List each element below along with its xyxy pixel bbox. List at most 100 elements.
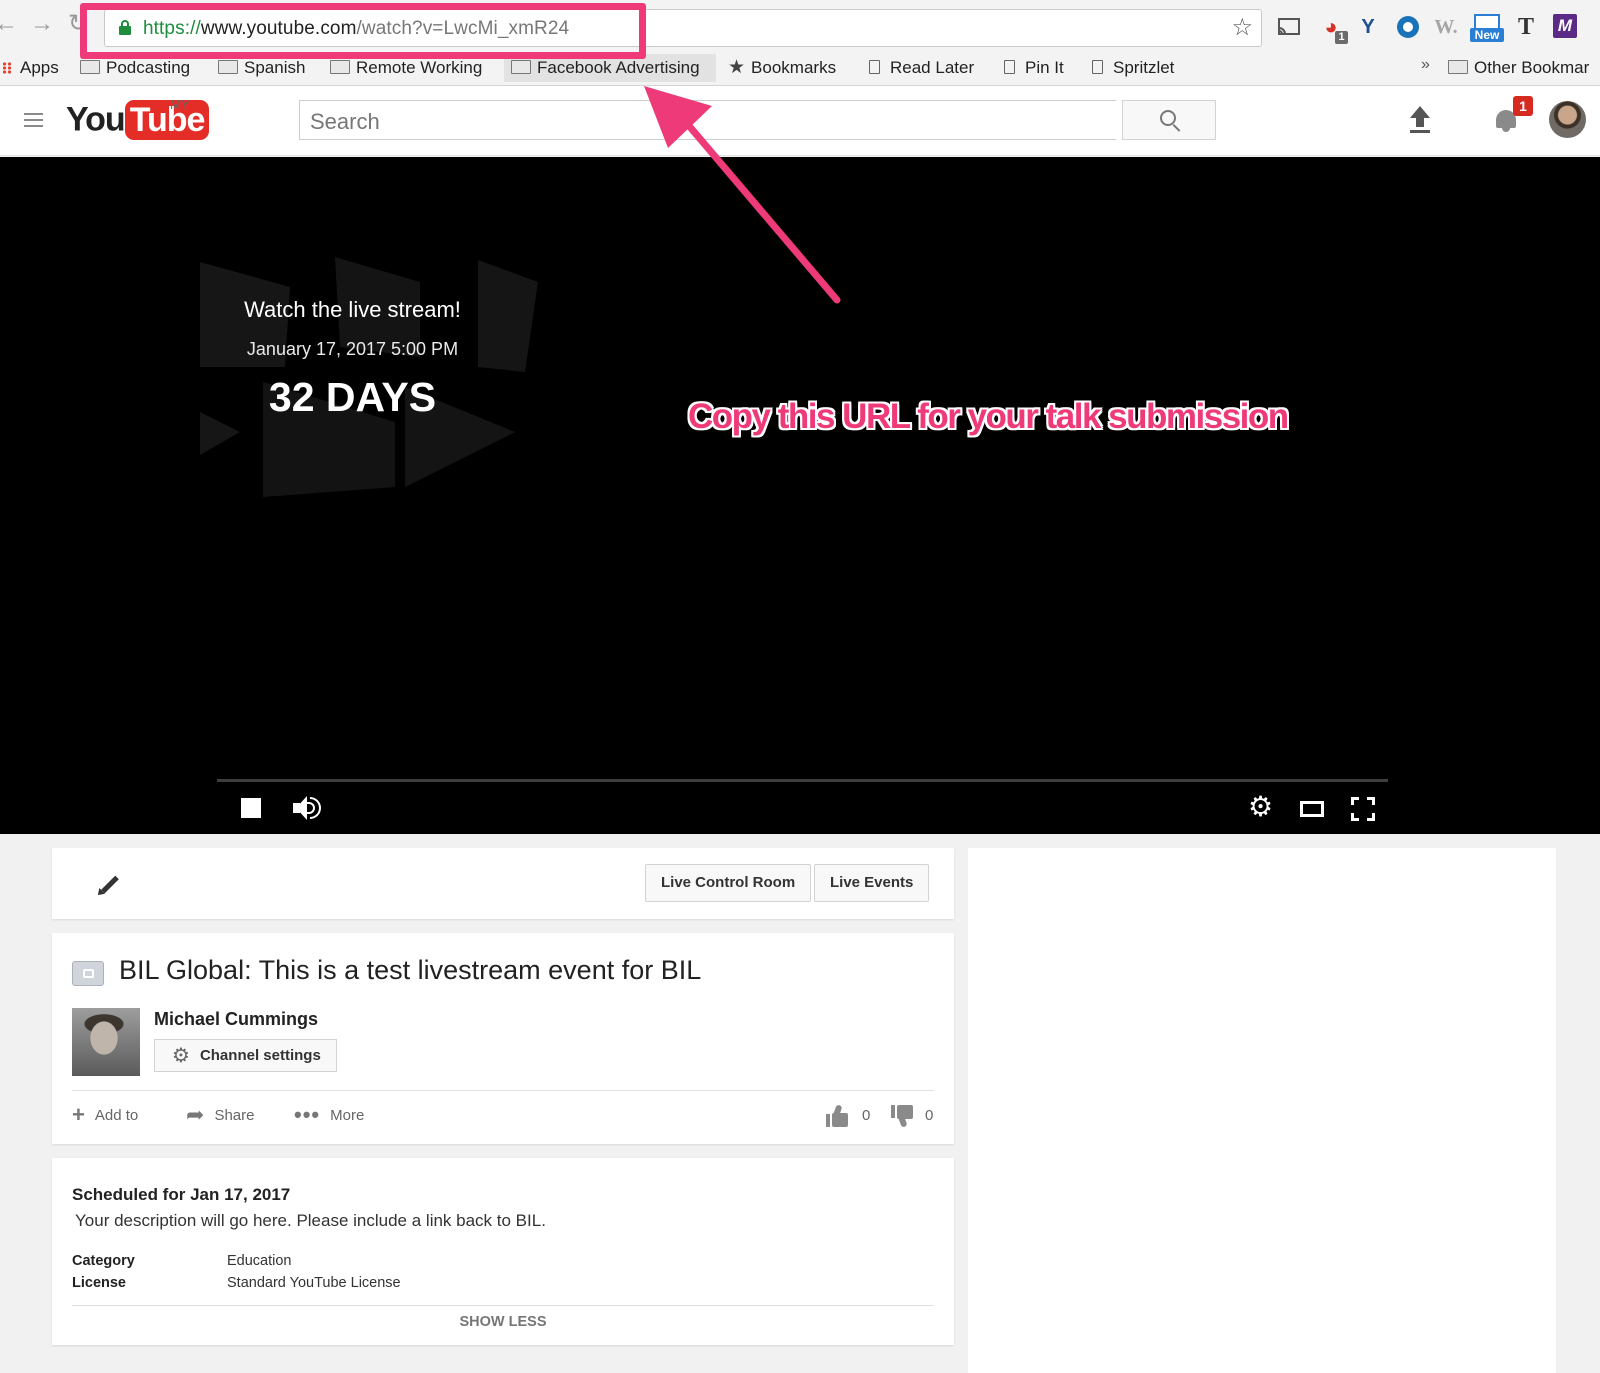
bookmark-label: Remote Working xyxy=(356,58,483,77)
extension-m-icon[interactable]: M xyxy=(1553,14,1577,38)
search-input[interactable]: Search xyxy=(299,100,1116,140)
live-events-button[interactable]: Live Events xyxy=(814,864,930,902)
channel-settings-button[interactable]: ⚙ Channel settings xyxy=(154,1039,337,1072)
bookmark-label: Apps xyxy=(20,58,59,77)
description-text: Your description will go here. Please in… xyxy=(75,1211,546,1230)
bookmark-label: Read Later xyxy=(890,58,975,77)
video-title: BIL Global: This is a test livestream ev… xyxy=(119,955,702,985)
plus-icon: + xyxy=(72,1102,85,1127)
video-player[interactable]: Watch the live stream! January 17, 2017 … xyxy=(0,157,1600,834)
owner-avatar[interactable] xyxy=(72,1008,140,1076)
dislike-count: 0 xyxy=(925,1107,934,1124)
logo-tube: Tube xyxy=(124,100,210,140)
theater-icon[interactable] xyxy=(1300,801,1324,817)
bookmark-apps[interactable]: Apps xyxy=(2,56,59,80)
license-value: Standard YouTube License xyxy=(227,1275,401,1291)
folder-icon xyxy=(80,60,100,74)
menu-icon[interactable] xyxy=(24,113,43,127)
countdown-days: 32 DAYS xyxy=(268,374,437,420)
share-arrow-icon: ➦ xyxy=(186,1102,205,1127)
more-button[interactable]: ••• More xyxy=(294,1104,364,1127)
owner-name[interactable]: Michael Cummings xyxy=(154,1009,318,1030)
bookmarks-overflow-icon[interactable]: » xyxy=(1421,56,1430,74)
sidebar-panel xyxy=(968,848,1556,1373)
channel-settings-label: Channel settings xyxy=(199,1047,321,1064)
bookmark-label: Spanish xyxy=(244,58,306,77)
bookmark-label: Bookmarks xyxy=(751,58,837,77)
like-count: 0 xyxy=(862,1107,871,1124)
url-highlight-box xyxy=(80,3,646,59)
countdown-title: Watch the live stream! xyxy=(244,297,461,322)
forward-icon[interactable]: → xyxy=(30,12,54,36)
thumbs-up-icon[interactable] xyxy=(826,1104,850,1127)
more-dots-icon: ••• xyxy=(294,1102,321,1127)
bookmark-pin-it[interactable]: Pin It xyxy=(1004,56,1064,80)
show-less-button[interactable]: SHOW LESS xyxy=(52,1314,954,1330)
notification-count: 1 xyxy=(1513,96,1533,116)
country-code: MY xyxy=(170,97,190,112)
page-icon xyxy=(869,60,880,74)
privacy-lock-icon xyxy=(72,961,104,986)
countdown-panel: Watch the live stream! January 17, 2017 … xyxy=(220,297,485,421)
bookmark-read-later[interactable]: Read Later xyxy=(869,56,974,80)
back-icon[interactable]: ← xyxy=(0,12,18,36)
more-label: More xyxy=(330,1107,365,1124)
extension-new-label: New xyxy=(1470,28,1504,42)
extension-t-icon[interactable]: T xyxy=(1513,14,1539,40)
add-to-button[interactable]: + Add to xyxy=(72,1104,138,1127)
extension-badge: 1 xyxy=(1335,31,1348,44)
page-icon xyxy=(1092,60,1103,74)
stop-icon[interactable] xyxy=(241,798,261,818)
search-placeholder: Search xyxy=(310,109,380,134)
bookmark-label: Pin It xyxy=(1025,58,1064,77)
page: ← → ↻ https://www.youtube.com/watch?v=Lw… xyxy=(0,0,1600,1373)
share-label: Share xyxy=(214,1107,255,1124)
apps-grid-icon xyxy=(2,62,12,74)
folder-icon xyxy=(1448,60,1468,74)
upload-icon[interactable] xyxy=(1408,106,1432,134)
page-icon xyxy=(1004,60,1015,74)
bookmark-facebook-advertising[interactable]: Facebook Advertising xyxy=(511,56,700,80)
share-button[interactable]: ➦ Share xyxy=(186,1104,254,1127)
countdown-date: January 17, 2017 5:00 PM xyxy=(246,339,459,359)
logo-you: You xyxy=(66,100,126,139)
extension-red-icon[interactable]: ◕ 1 xyxy=(1318,14,1348,44)
category-value[interactable]: Education xyxy=(227,1253,292,1269)
bookmark-podcasting[interactable]: Podcasting xyxy=(80,56,190,80)
thumbs-down-icon[interactable] xyxy=(891,1105,915,1128)
extension-new-icon[interactable]: New xyxy=(1470,14,1504,42)
bell-icon[interactable]: 1 xyxy=(1494,96,1533,134)
bookmark-label: Spritzlet xyxy=(1113,58,1175,77)
search-button[interactable] xyxy=(1122,100,1216,140)
bookmark-star-icon[interactable]: ☆ xyxy=(1231,15,1253,41)
browser-toolbar: ← → ↻ https://www.youtube.com/watch?v=Lw… xyxy=(0,0,1600,86)
folder-icon xyxy=(330,60,350,74)
bookmark-label: Other Bookmar xyxy=(1474,58,1590,77)
bookmark-remote-working[interactable]: Remote Working xyxy=(330,56,482,80)
category-label: Category xyxy=(72,1253,135,1269)
add-to-label: Add to xyxy=(94,1107,139,1124)
extension-eye-icon[interactable] xyxy=(1395,14,1421,40)
scheduled-date: Scheduled for Jan 17, 2017 xyxy=(72,1185,291,1204)
live-control-room-button[interactable]: Live Control Room xyxy=(645,864,812,902)
extension-w-icon[interactable]: W. xyxy=(1433,14,1459,40)
cast-icon[interactable] xyxy=(1276,14,1302,40)
youtube-header: You Tube MY Search 1 xyxy=(0,86,1600,156)
divider xyxy=(72,1305,934,1306)
description-card: Scheduled for Jan 17, 2017 Your descript… xyxy=(52,1158,954,1345)
bookmark-label: Podcasting xyxy=(106,58,191,77)
settings-icon[interactable]: ⚙ xyxy=(1248,793,1273,821)
bookmark-spritzlet[interactable]: Spritzlet xyxy=(1092,56,1174,80)
bookmark-bookmarks[interactable]: ★ Bookmarks xyxy=(728,56,836,80)
bookmark-other[interactable]: Other Bookmar xyxy=(1448,56,1589,80)
youtube-logo[interactable]: You Tube MY xyxy=(66,97,210,140)
avatar[interactable] xyxy=(1549,101,1586,138)
bookmark-spanish[interactable]: Spanish xyxy=(218,56,305,80)
progress-bar[interactable] xyxy=(217,779,1388,782)
video-info-card: BIL Global: This is a test livestream ev… xyxy=(52,933,954,1144)
volume-icon[interactable] xyxy=(293,795,323,821)
annotation-text: Copy this URL for your talk submission xyxy=(688,397,1289,436)
edit-pencil-icon[interactable] xyxy=(95,872,120,898)
fullscreen-icon[interactable] xyxy=(1351,797,1375,821)
extension-y-icon[interactable]: Y xyxy=(1355,14,1381,40)
